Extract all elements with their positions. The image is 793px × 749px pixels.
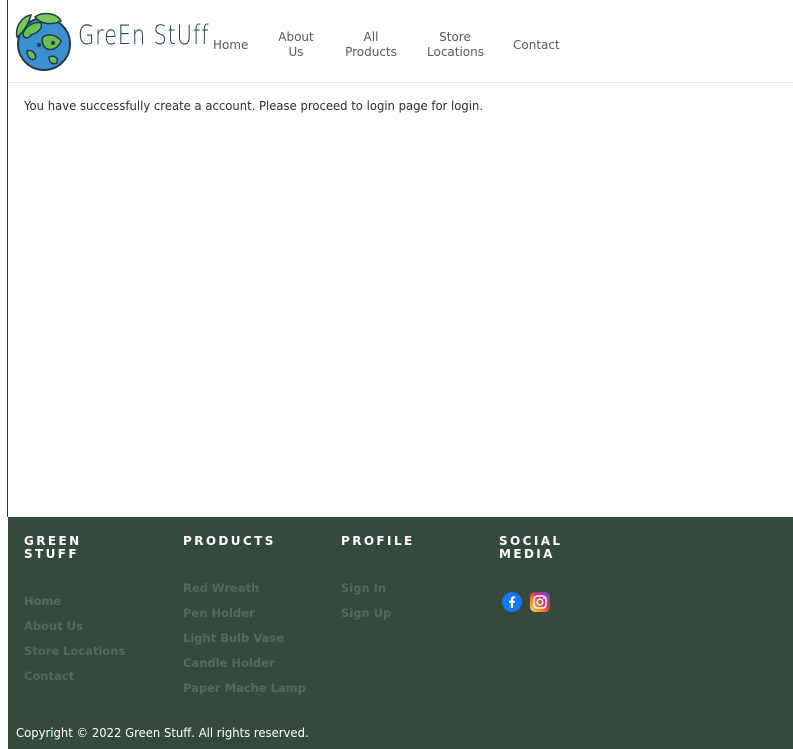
facebook-icon[interactable]: [502, 592, 522, 612]
nav-stores-label-line1: Store: [439, 30, 471, 44]
footer-heading-social-line1: SOCIAL: [499, 534, 563, 548]
nav-contact-label: Contact: [513, 38, 560, 52]
copyright-text: Copyright © 2022 Green Stuff. All rights…: [16, 725, 309, 740]
footer-heading-profile: PROFILE: [341, 534, 415, 548]
nav-contact[interactable]: Contact: [513, 38, 560, 53]
footer-heading-social-media: SOCIAL MEDIA: [499, 535, 599, 561]
site-header: GreEn StUff Home About Us All Products S…: [8, 0, 793, 83]
footer-link-home[interactable]: Home: [24, 589, 125, 614]
footer-col-green-stuff: GREEN STUFF Home About Us Store Location…: [24, 535, 125, 689]
brand-name[interactable]: GreEn StUff: [78, 20, 209, 51]
footer-link-pen-holder[interactable]: Pen Holder: [183, 601, 306, 626]
nav-home-label: Home: [213, 38, 249, 52]
nav-store-locations[interactable]: Store Locations: [427, 30, 485, 60]
footer-links-products: Red Wreath Pen Holder Light Bulb Vase Ca…: [183, 576, 306, 701]
footer-link-candle-holder[interactable]: Candle Holder: [183, 651, 306, 676]
nav-stores-label-line2: Locations: [427, 45, 485, 59]
nav-about-label-line2: Us: [288, 45, 304, 59]
nav-home[interactable]: Home: [213, 38, 248, 53]
nav-about-label-line1: About: [278, 30, 314, 44]
success-message: You have successfully create a account. …: [24, 98, 484, 113]
footer-links-green-stuff: Home About Us Store Locations Contact: [24, 589, 125, 689]
footer-link-red-wreath[interactable]: Red Wreath: [183, 576, 306, 601]
earth-globe-icon[interactable]: [13, 11, 75, 73]
page: GreEn StUff Home About Us All Products S…: [0, 0, 793, 749]
nav-products-label-line1: All: [363, 30, 379, 44]
instagram-icon[interactable]: [530, 592, 550, 612]
nav-all-products[interactable]: All Products: [344, 30, 398, 60]
footer-links-profile: Sign In Sign Up: [341, 576, 441, 626]
footer-heading-social-line2: MEDIA: [499, 547, 555, 561]
footer-link-contact[interactable]: Contact: [24, 664, 125, 689]
nav-about-us[interactable]: About Us: [275, 30, 317, 60]
footer-col-products: PRODUCTS Red Wreath Pen Holder Light Bul…: [183, 535, 306, 701]
site-footer: GREEN STUFF Home About Us Store Location…: [8, 517, 793, 749]
footer-heading-green-stuff: GREEN STUFF: [24, 534, 82, 561]
footer-col-social-media: SOCIAL MEDIA: [499, 535, 599, 561]
footer-link-sign-up[interactable]: Sign Up: [341, 601, 441, 626]
footer-col-profile: PROFILE Sign In Sign Up: [341, 535, 441, 626]
social-icons: [502, 592, 550, 612]
footer-link-store-locations[interactable]: Store Locations: [24, 639, 125, 664]
footer-link-paper-mache-lamp[interactable]: Paper Mache Lamp: [183, 676, 306, 701]
footer-link-light-bulb-vase[interactable]: Light Bulb Vase: [183, 626, 306, 651]
footer-heading-products: PRODUCTS: [183, 534, 276, 548]
footer-link-sign-in[interactable]: Sign In: [341, 576, 441, 601]
nav-products-label-line2: Products: [345, 45, 397, 59]
footer-link-about-us[interactable]: About Us: [24, 614, 125, 639]
